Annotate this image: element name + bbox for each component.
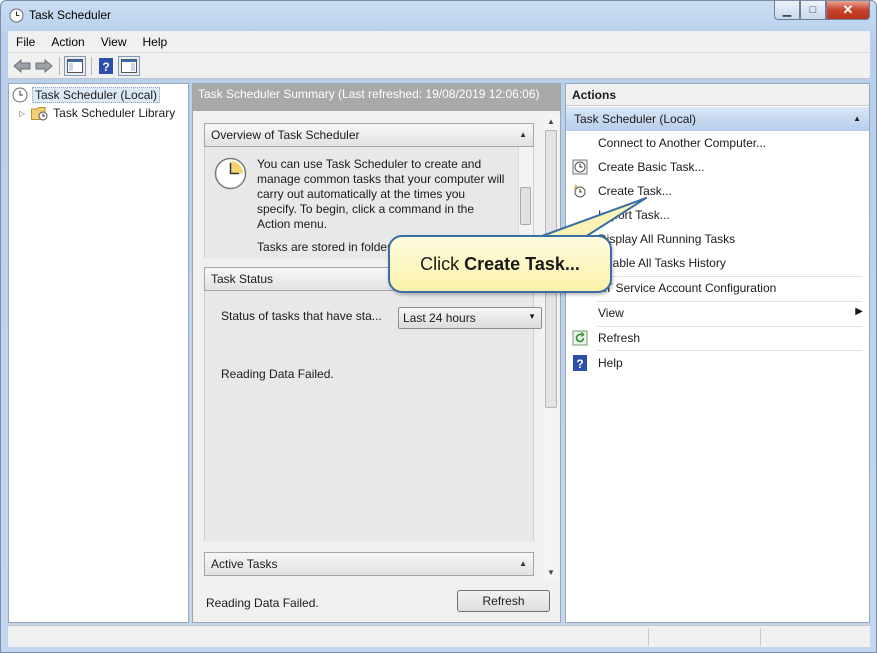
action-label: Refresh xyxy=(598,331,641,345)
help-icon[interactable]: ? xyxy=(96,56,116,76)
submenu-arrow-icon: ▶ xyxy=(855,306,863,317)
tree-item-task-scheduler-library[interactable]: ▷ Task Scheduler Library xyxy=(19,104,175,122)
app-window: Task Scheduler ▁ □ ✕ File Action View He… xyxy=(0,0,877,653)
actions-pane: Actions Task Scheduler (Local) ▲ Connect… xyxy=(565,83,870,623)
expand-arrow-icon[interactable]: ▷ xyxy=(19,109,25,118)
actions-heading: Actions xyxy=(566,84,869,106)
action-refresh[interactable]: Refresh xyxy=(566,326,869,350)
action-label: AT Service Account Configuration xyxy=(598,281,777,295)
section-title: Active Tasks xyxy=(211,557,278,571)
callout-target: Create Task... xyxy=(464,253,580,274)
status-period-select[interactable]: Last 24 hours ▼ xyxy=(398,307,542,329)
caption-buttons: ▁ □ ✕ xyxy=(774,1,870,21)
task-status-section-body: Status of tasks that have sta... Last 24… xyxy=(204,291,542,541)
title-bar[interactable]: Task Scheduler ▁ □ ✕ xyxy=(1,1,876,31)
menu-bar: File Action View Help xyxy=(8,31,870,53)
menu-help[interactable]: Help xyxy=(135,35,176,49)
action-help[interactable]: ? Help xyxy=(566,351,869,375)
action-connect-computer[interactable]: Connect to Another Computer... xyxy=(566,131,869,155)
section-title: Task Status xyxy=(211,272,274,286)
status-cell-divider xyxy=(760,628,761,646)
actions-group-header[interactable]: Task Scheduler (Local) ▲ xyxy=(566,107,869,131)
svg-text:?: ? xyxy=(576,357,583,371)
action-view[interactable]: View ▶ xyxy=(566,301,869,325)
toolbar-separator xyxy=(59,57,60,75)
refresh-button[interactable]: Refresh xyxy=(457,590,550,612)
help-icon: ? xyxy=(572,355,588,371)
action-label: Help xyxy=(598,356,623,370)
tree-item-label: Task Scheduler (Local) xyxy=(32,87,161,103)
action-label: View xyxy=(598,306,624,320)
callout-prefix: Click xyxy=(420,253,465,274)
show-hide-console-tree-icon[interactable] xyxy=(64,56,86,76)
clock-icon xyxy=(214,157,247,193)
clock-icon xyxy=(12,87,28,103)
svg-text:?: ? xyxy=(102,60,109,74)
status-message: Reading Data Failed. xyxy=(221,367,334,381)
scroll-up-arrow-icon[interactable]: ▲ xyxy=(547,117,555,126)
action-label: Enable All Tasks History xyxy=(598,256,726,270)
forward-arrow-icon[interactable] xyxy=(34,56,54,76)
window-title: Task Scheduler xyxy=(29,8,112,22)
clock-icon xyxy=(9,8,24,23)
show-hide-action-pane-icon[interactable] xyxy=(118,56,140,76)
overview-section-header[interactable]: Overview of Task Scheduler ▲ xyxy=(204,123,534,147)
tree-item-label: Task Scheduler Library xyxy=(53,106,176,120)
status-filter-label: Status of tasks that have sta... xyxy=(221,309,382,323)
close-button[interactable]: ✕ xyxy=(826,1,870,20)
status-cell-divider xyxy=(648,628,649,646)
summary-heading: Task Scheduler Summary (Last refreshed: … xyxy=(193,84,560,111)
active-tasks-section-header[interactable]: Active Tasks ▲ xyxy=(204,552,534,576)
group-title: Task Scheduler (Local) xyxy=(574,112,697,126)
footer-message: Reading Data Failed. xyxy=(206,596,319,610)
basic-task-icon xyxy=(572,159,588,175)
maximize-button[interactable]: □ xyxy=(800,1,826,20)
minimize-button[interactable]: ▁ xyxy=(774,1,800,20)
menu-action[interactable]: Action xyxy=(43,35,92,49)
collapse-arrow-icon[interactable]: ▲ xyxy=(519,559,527,568)
section-title: Overview of Task Scheduler xyxy=(211,128,360,142)
console-tree: Task Scheduler (Local) ▷ Task Scheduler … xyxy=(8,83,189,623)
chevron-down-icon: ▼ xyxy=(528,312,536,321)
menu-view[interactable]: View xyxy=(93,35,135,49)
scroll-down-arrow-icon[interactable]: ▼ xyxy=(547,568,555,577)
overview-scrollbar-thumb[interactable] xyxy=(520,187,531,225)
back-arrow-icon[interactable] xyxy=(12,56,32,76)
folder-clock-icon xyxy=(31,106,48,121)
instruction-callout: Click Create Task... xyxy=(388,235,612,293)
status-bar xyxy=(8,625,870,647)
overview-description: You can use Task Scheduler to create and… xyxy=(257,157,505,231)
action-create-basic-task[interactable]: Create Basic Task... xyxy=(566,155,869,179)
summary-pane: Task Scheduler Summary (Last refreshed: … xyxy=(192,83,561,623)
collapse-arrow-icon[interactable]: ▲ xyxy=(519,130,527,139)
action-label: Connect to Another Computer... xyxy=(598,136,767,150)
menu-file[interactable]: File xyxy=(8,35,43,49)
toolbar: ? xyxy=(8,53,870,79)
toolbar-separator xyxy=(91,57,92,75)
refresh-icon xyxy=(572,330,588,346)
select-value: Last 24 hours xyxy=(403,311,476,325)
tree-item-task-scheduler-local[interactable]: Task Scheduler (Local) xyxy=(12,86,161,104)
action-label: Create Basic Task... xyxy=(598,160,705,174)
collapse-arrow-icon[interactable]: ▲ xyxy=(853,114,861,123)
